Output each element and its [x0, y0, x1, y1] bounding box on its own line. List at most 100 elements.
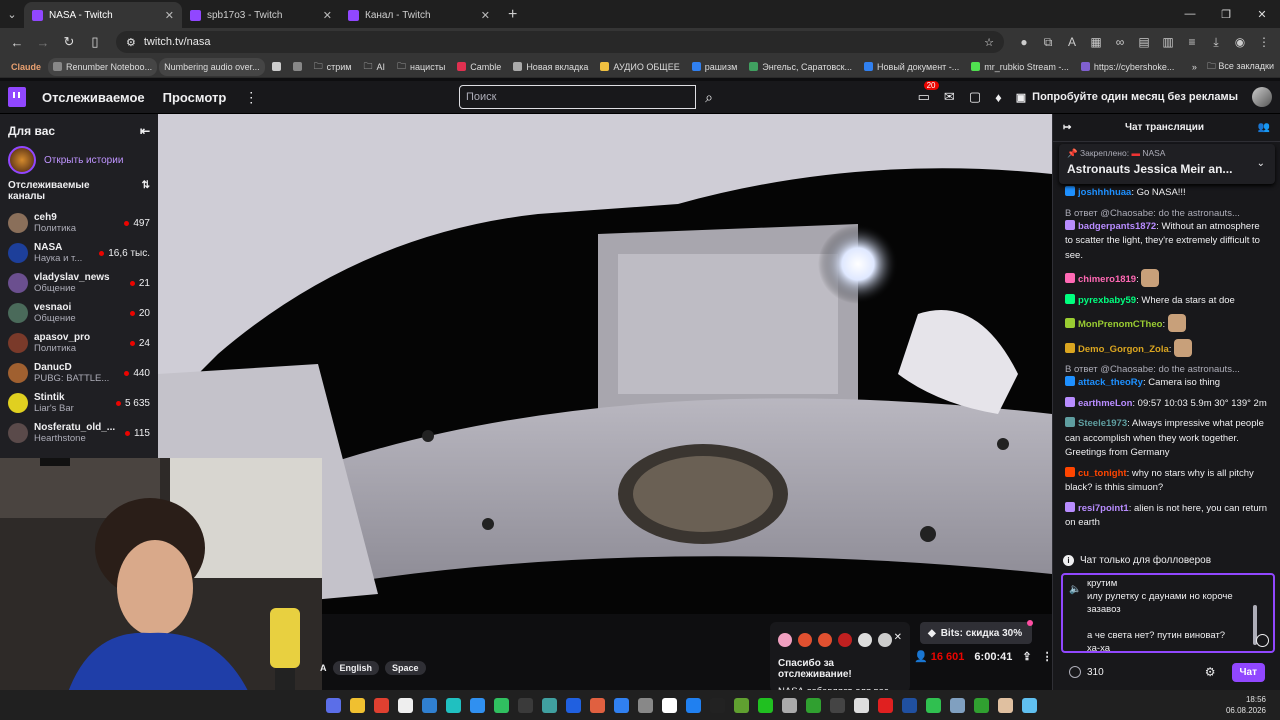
- bookmark-item[interactable]: Новый документ -...: [859, 58, 964, 76]
- bookmark-star-icon[interactable]: ☆: [984, 36, 994, 49]
- extension-icon[interactable]: ●: [1014, 32, 1034, 52]
- chat-username[interactable]: attack_theoRy: [1078, 377, 1143, 388]
- users-icon[interactable]: 👥: [1258, 122, 1270, 133]
- maximize-icon[interactable]: ❐: [1208, 8, 1244, 21]
- close-icon[interactable]: ✕: [894, 632, 902, 643]
- tag-english[interactable]: English: [332, 661, 380, 675]
- emote-icon[interactable]: [1167, 314, 1186, 332]
- sort-icon[interactable]: ⇅: [142, 180, 150, 191]
- reply-context[interactable]: В ответ @Chaosabe: do the astronauts...: [1065, 363, 1269, 376]
- tab-icon[interactable]: ▤: [1134, 32, 1154, 52]
- taskbar-app-icon[interactable]: [374, 697, 389, 713]
- taskbar-app-icon[interactable]: [758, 697, 773, 713]
- sidebar-channel[interactable]: vesnaoi Общение 20: [0, 298, 158, 328]
- ad-free-promo-button[interactable]: ▣ Попробуйте один месяц без рекламы: [1016, 91, 1238, 104]
- chat-username[interactable]: resi7point1: [1078, 503, 1129, 514]
- bookmark-folder[interactable]: 🗀 нацисты: [392, 58, 450, 76]
- sidebar-channel[interactable]: apasov_pro Политика 24: [0, 328, 158, 358]
- chat-username[interactable]: earthmeLon: [1078, 398, 1132, 409]
- taskbar-app-icon[interactable]: [350, 697, 365, 713]
- menu-icon[interactable]: ⋮: [1254, 32, 1274, 52]
- bookmark-item[interactable]: Энгельс, Саратовск...: [744, 58, 857, 76]
- forward-icon[interactable]: →: [32, 31, 54, 53]
- bookmark-item[interactable]: АУДИО ОБЩЕЕ: [595, 58, 684, 76]
- taskbar-app-icon[interactable]: [614, 697, 629, 713]
- taskbar-app-icon[interactable]: [830, 697, 845, 713]
- taskbar-app-icon[interactable]: [638, 697, 653, 713]
- close-tab-icon[interactable]: ✕: [481, 9, 490, 22]
- taskbar-app-icon[interactable]: [806, 697, 821, 713]
- chat-username[interactable]: MonPrenomCTheo: [1078, 319, 1162, 330]
- media-icon[interactable]: ≡: [1182, 32, 1202, 52]
- chat-username[interactable]: chimero1819: [1078, 274, 1136, 285]
- bookmark-item[interactable]: Новая вкладка: [508, 58, 593, 76]
- sidebar-channel[interactable]: Stintik Liar's Bar 5 635: [0, 388, 158, 418]
- bookmark-item[interactable]: рашизм: [687, 58, 743, 76]
- sidebar-icon[interactable]: ▥: [1158, 32, 1178, 52]
- sidebar-channel[interactable]: vladyslav_news Общение 21: [0, 268, 158, 298]
- site-info-icon[interactable]: ⚙: [126, 36, 136, 49]
- puzzle-icon[interactable]: ⧉: [1038, 32, 1058, 52]
- taskbar-app-icon[interactable]: [782, 697, 797, 713]
- channel-points-icon[interactable]: [1069, 666, 1081, 678]
- tag-language-short[interactable]: A: [320, 661, 327, 675]
- taskbar-app-icon[interactable]: [542, 697, 557, 713]
- sidebar-channel[interactable]: ceh9 Политика 497: [0, 208, 158, 238]
- chat-send-button[interactable]: Чат: [1231, 662, 1265, 682]
- emoji-icon[interactable]: [1256, 634, 1269, 647]
- download-icon[interactable]: ⤓: [1206, 32, 1226, 52]
- minimize-icon[interactable]: —: [1172, 8, 1208, 20]
- chat-username[interactable]: joshhhhuaa: [1078, 187, 1131, 198]
- bookmark-item[interactable]: mr_rubkio Stream -...: [966, 58, 1074, 76]
- close-tab-icon[interactable]: ✕: [165, 9, 174, 22]
- emote-icon[interactable]: [1141, 269, 1160, 287]
- tab-search-icon[interactable]: ⌄: [0, 0, 24, 28]
- browser-tab-0[interactable]: NASA - Twitch ✕: [24, 2, 182, 28]
- reply-context[interactable]: В ответ @Chaosabe: do the astronauts...: [1065, 207, 1269, 220]
- taskbar-app-icon[interactable]: [854, 697, 869, 713]
- sidebar-channel[interactable]: NASA Наука и т... 16,6 тыс.: [0, 238, 158, 268]
- chat-username[interactable]: Demo_Gorgon_Zola: [1078, 344, 1169, 355]
- taskbar-app-icon[interactable]: [398, 697, 413, 713]
- taskbar-app-icon[interactable]: [974, 697, 989, 713]
- chat-input[interactable]: 🔈 крутим илу рулетку с даунами но короче з…: [1061, 573, 1275, 653]
- bookmark-item[interactable]: [288, 58, 307, 76]
- all-bookmarks[interactable]: 🗀 Все закладки: [1207, 59, 1274, 75]
- grid-icon[interactable]: ▦: [1086, 32, 1106, 52]
- stories-button[interactable]: Открыть истории: [0, 144, 158, 180]
- close-window-icon[interactable]: ✕: [1244, 8, 1280, 21]
- mail-icon[interactable]: ✉: [944, 89, 955, 105]
- sidebar-channel[interactable]: Nosferatu_old_... Hearthstone 115: [0, 418, 158, 448]
- taskbar-app-icon[interactable]: [998, 697, 1013, 713]
- bookmark-folder[interactable]: 🗀 AI: [359, 58, 391, 76]
- collapse-chat-icon[interactable]: ↦: [1063, 122, 1071, 133]
- sidepanel-icon[interactable]: ▯: [84, 31, 106, 53]
- url-field[interactable]: ⚙ twitch.tv/nasa ☆: [116, 31, 1004, 53]
- search-icon[interactable]: ⌕: [696, 85, 722, 109]
- reload-icon[interactable]: ↻: [58, 31, 80, 53]
- bookmark-item[interactable]: https://cybershoke...: [1076, 58, 1180, 76]
- taskbar-app-icon[interactable]: [878, 697, 893, 713]
- browser-tab-1[interactable]: spb17o3 - Twitch ✕: [182, 2, 340, 28]
- bookmark-item[interactable]: Numbering audio over...: [159, 57, 265, 76]
- gear-icon[interactable]: ⚙: [1205, 665, 1216, 679]
- taskbar-app-icon[interactable]: [686, 697, 701, 713]
- taskbar-app-icon[interactable]: [566, 697, 581, 713]
- nav-browse[interactable]: Просмотр: [163, 90, 227, 105]
- taskbar-app-icon[interactable]: [902, 697, 917, 713]
- taskbar-app-icon[interactable]: [1022, 697, 1037, 713]
- tag-space[interactable]: Space: [385, 661, 426, 675]
- bookmark-item[interactable]: Renumber Noteboo...: [48, 57, 158, 76]
- taskbar-app-icon[interactable]: [590, 697, 605, 713]
- taskbar-app-icon[interactable]: [494, 697, 509, 713]
- inbox-icon[interactable]: ▭ 20: [918, 81, 939, 105]
- share-icon[interactable]: ⇪: [1022, 650, 1031, 663]
- chat-username[interactable]: Steele1973: [1078, 418, 1127, 429]
- crown-icon[interactable]: ♦: [995, 90, 1002, 105]
- chat-username[interactable]: badgerpants1872: [1078, 221, 1156, 232]
- bookmark-item[interactable]: Claude: [6, 58, 46, 76]
- chat-username[interactable]: cu_tonight: [1078, 468, 1127, 479]
- more-icon[interactable]: ⋮: [244, 89, 258, 106]
- twitch-logo-icon[interactable]: [8, 87, 26, 107]
- taskbar-app-icon[interactable]: [710, 697, 725, 713]
